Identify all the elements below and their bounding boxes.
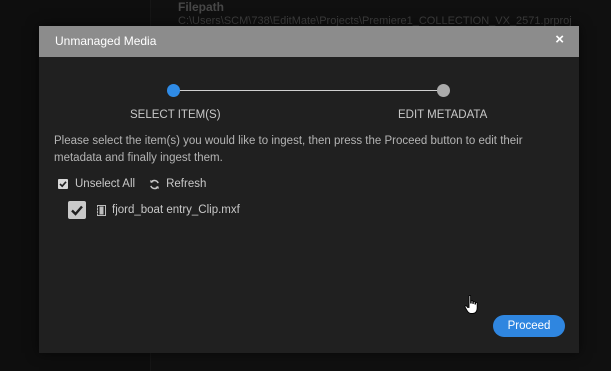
refresh-icon[interactable]	[149, 179, 160, 190]
unselect-all-button[interactable]: Unselect All	[75, 178, 135, 190]
instructions-text: Please select the item(s) you would like…	[54, 135, 523, 164]
film-icon	[97, 204, 106, 216]
file-list-item[interactable]: fjord_boat entry_Clip.mxf	[68, 201, 240, 219]
stepper-line	[174, 90, 444, 91]
proceed-button[interactable]: Proceed	[493, 315, 565, 337]
file-name: fjord_boat entry_Clip.mxf	[112, 204, 240, 216]
dialog-title: Unmanaged Media	[55, 34, 157, 48]
checkbox-checked-icon[interactable]	[58, 179, 68, 189]
close-icon[interactable]: ×	[555, 31, 564, 48]
refresh-button[interactable]: Refresh	[166, 178, 206, 190]
step-indicator-edit-metadata	[437, 84, 450, 97]
step-label-edit-metadata: EDIT METADATA	[398, 109, 488, 121]
file-checkbox[interactable]	[68, 201, 86, 219]
step-indicator-select-items	[167, 84, 180, 97]
step-label-select-items: SELECT ITEM(S)	[130, 109, 221, 121]
selection-toolbar: Unselect All Refresh	[58, 176, 206, 192]
dialog-titlebar: Unmanaged Media ×	[39, 26, 579, 57]
unmanaged-media-dialog: Unmanaged Media × SELECT ITEM(S) EDIT ME…	[39, 26, 579, 353]
